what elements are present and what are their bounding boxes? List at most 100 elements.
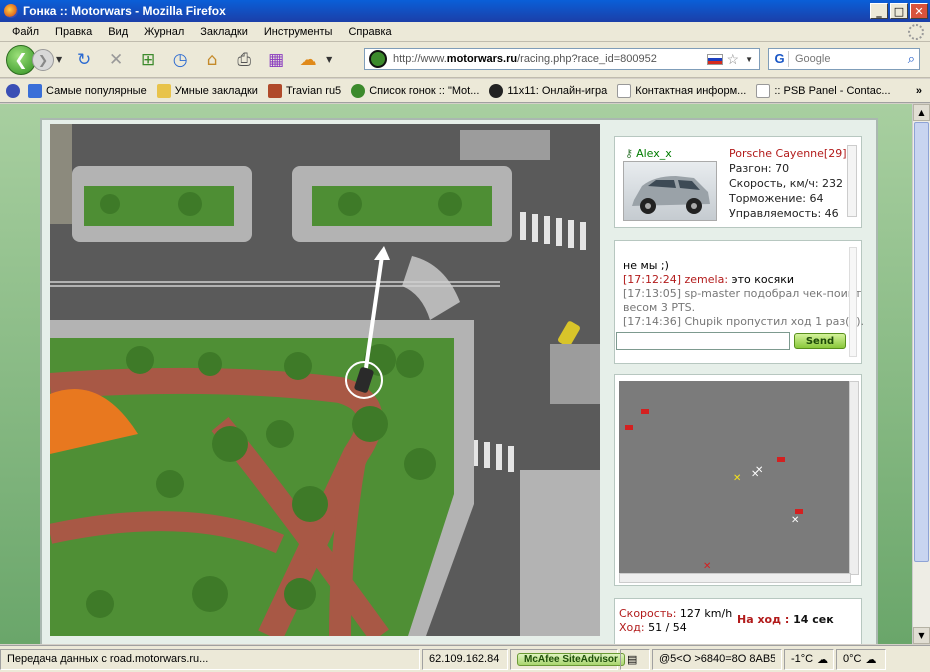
turn-timer: На ход : 14 сек xyxy=(737,613,834,626)
url-bar[interactable]: http://www.motorwars.ru/racing.php?race_… xyxy=(364,48,760,70)
new-tab-icon[interactable]: ⊞ xyxy=(136,48,160,72)
menu-bookmarks[interactable]: Закладки xyxy=(192,26,256,38)
bookmark-item[interactable]: :: PSB Panel - Contac... xyxy=(756,83,891,98)
temperature-2[interactable]: 0°C xyxy=(843,653,861,665)
soccer-ball-icon xyxy=(489,83,504,98)
minimap[interactable]: ✕ ✕ ✕ ✕ ✕ xyxy=(619,381,851,575)
travian-icon xyxy=(267,83,282,98)
building-block xyxy=(50,124,72,224)
weather-cell-2: 0°C ☁ xyxy=(836,648,886,670)
weather-icon[interactable]: ☁ xyxy=(296,48,320,72)
calendar-cell: ▤ xyxy=(620,648,650,670)
chat-scrollbar[interactable] xyxy=(849,247,857,357)
game-frame: ⚷ Alex_x Porsche Cayenne[29] Разгон: 70 С… xyxy=(40,118,878,644)
bookmark-item[interactable]: Умные закладки xyxy=(156,83,258,98)
mcafee-cell: McAfee SiteAdvisor xyxy=(510,648,625,670)
status-bar: Передача данных с road.motorwars.ru... 6… xyxy=(0,645,930,672)
close-button[interactable]: ✕ xyxy=(910,3,928,19)
home-icon[interactable]: ⌂ xyxy=(200,48,224,72)
bookmark-item[interactable]: Самые популярные xyxy=(28,83,147,98)
mcafee-siteadvisor-button[interactable]: McAfee SiteAdvisor xyxy=(517,652,625,666)
search-input[interactable]: Google xyxy=(791,53,908,65)
menu-edit[interactable]: Правка xyxy=(47,26,100,38)
minimap-horizontal-scrollbar[interactable] xyxy=(619,573,851,583)
menu-bar: Файл Правка Вид Журнал Закладки Инструме… xyxy=(0,22,930,42)
sidewalk-block xyxy=(520,470,600,636)
minimize-button[interactable]: _ xyxy=(870,3,888,19)
window-title: Гонка :: Motorwars - Mozilla Firefox xyxy=(23,4,226,18)
player-name[interactable]: ⚷ Alex_x xyxy=(625,147,672,160)
temperature-1[interactable]: -1°C xyxy=(791,653,813,665)
search-icon[interactable]: ⌕ xyxy=(908,51,915,67)
forward-button[interactable]: ❯ xyxy=(32,48,54,71)
weather-cell: -1°C ☁ xyxy=(784,648,834,670)
send-button[interactable]: Send xyxy=(794,333,846,349)
menu-history[interactable]: Журнал xyxy=(136,26,192,38)
car-panel-scrollbar[interactable] xyxy=(847,145,857,217)
car-stat-acceleration: Разгон: 70 xyxy=(729,162,790,175)
chat-line: [17:12:24] zemela: это косяки xyxy=(623,273,795,286)
site-favicon-icon xyxy=(369,50,387,68)
title-bar: Гонка :: Motorwars - Mozilla Firefox _ □… xyxy=(0,0,930,22)
player-marker: ✕ xyxy=(733,473,741,484)
throbber-icon xyxy=(908,23,924,40)
bookmark-item[interactable]: Контактная информ... xyxy=(617,83,746,98)
toolbar-dropdown-icon[interactable]: ▼ xyxy=(326,55,332,64)
menu-view[interactable]: Вид xyxy=(100,26,136,38)
calendar-icon[interactable]: ▤ xyxy=(627,653,637,666)
status-text: Передача данных с road.motorwars.ru... xyxy=(0,648,420,670)
rooftop-block xyxy=(460,130,550,160)
bookmark-star-icon[interactable]: ☆ xyxy=(727,51,740,68)
firefox-icon xyxy=(4,4,18,18)
history-dropdown-icon[interactable]: ▼ xyxy=(56,55,62,64)
bookmarks-overflow-button[interactable]: » xyxy=(916,85,922,97)
reload-icon[interactable]: ↻ xyxy=(72,48,96,72)
addon-grid-icon[interactable]: ▦ xyxy=(264,48,288,72)
mail-status[interactable]: @5<O >6840=8O 8AB5:;> xyxy=(659,653,775,665)
bookmark-item[interactable]: Список гонок :: "Mot... xyxy=(351,83,479,98)
player-car-panel: ⚷ Alex_x Porsche Cayenne[29] Разгон: 70 С… xyxy=(614,136,862,228)
car-stat-handling: Управляемость: 46 xyxy=(729,207,839,220)
minimap-vertical-scrollbar[interactable] xyxy=(849,381,859,575)
menu-help[interactable]: Справка xyxy=(340,26,399,38)
scroll-thumb[interactable] xyxy=(914,122,929,562)
bookmark-item[interactable]: 11x11: Онлайн-игра xyxy=(489,83,607,98)
maximize-button[interactable]: □ xyxy=(890,3,908,19)
car-image xyxy=(623,161,717,221)
car-stat-braking: Торможение: 64 xyxy=(729,192,824,205)
chat-line: [17:13:05] sp-master подобрал чек-поинт xyxy=(623,287,862,300)
url-dropdown-icon[interactable]: ▼ xyxy=(745,55,753,64)
speed-readout: Скорость: 127 km/h xyxy=(619,607,733,620)
race-status-panel: Скорость: 127 km/h Ход: 51 / 54 На ход :… xyxy=(614,598,862,644)
chat-line: весом 3 PTS. xyxy=(623,301,696,314)
page-content: ⚷ Alex_x Porsche Cayenne[29] Разгон: 70 С… xyxy=(0,104,912,644)
print-icon[interactable]: ⎙ xyxy=(232,48,256,72)
key-icon: ⚷ xyxy=(625,147,634,160)
bookmark-item[interactable]: Travian ru5 xyxy=(267,83,341,98)
history-clock-icon[interactable]: ◷ xyxy=(168,48,192,72)
scroll-down-button[interactable]: ▼ xyxy=(913,627,930,644)
opponent-marker: ✕ xyxy=(791,515,799,526)
status-ip: 62.109.162.84 xyxy=(422,648,508,670)
chat-input[interactable] xyxy=(616,332,790,350)
russian-flag-icon xyxy=(706,53,723,65)
search-engine-icon[interactable]: G xyxy=(771,51,789,67)
suv-icon xyxy=(632,176,710,214)
chat-line: [17:14:36] Chupik пропустил ход 1 раз(а)… xyxy=(623,315,864,328)
opponent-marker: ✕ xyxy=(755,465,763,476)
page-icon xyxy=(756,83,771,98)
bookmarks-globe-icon xyxy=(6,83,20,98)
search-box[interactable]: G Google ⌕ xyxy=(768,48,920,70)
scroll-up-button[interactable]: ▲ xyxy=(913,104,930,121)
race-map[interactable] xyxy=(50,124,600,636)
page-scrollbar[interactable]: ▲ ▼ xyxy=(912,104,930,644)
bookmarks-bar: Самые популярные Умные закладки Travian … xyxy=(0,79,930,103)
bookmark-folder-icon xyxy=(156,83,171,98)
menu-file[interactable]: Файл xyxy=(4,26,47,38)
menu-tools[interactable]: Инструменты xyxy=(256,26,341,38)
car-stat-speed: Скорость, км/ч: 232 xyxy=(729,177,844,190)
page-icon xyxy=(617,83,632,98)
stop-icon[interactable]: ✕ xyxy=(104,48,128,72)
navigation-toolbar: ❮ ❯ ▼ ↻ ✕ ⊞ ◷ ⌂ ⎙ ▦ ☁ ▼ http://www.motor… xyxy=(0,42,930,78)
car-name[interactable]: Porsche Cayenne[29] xyxy=(729,147,847,160)
